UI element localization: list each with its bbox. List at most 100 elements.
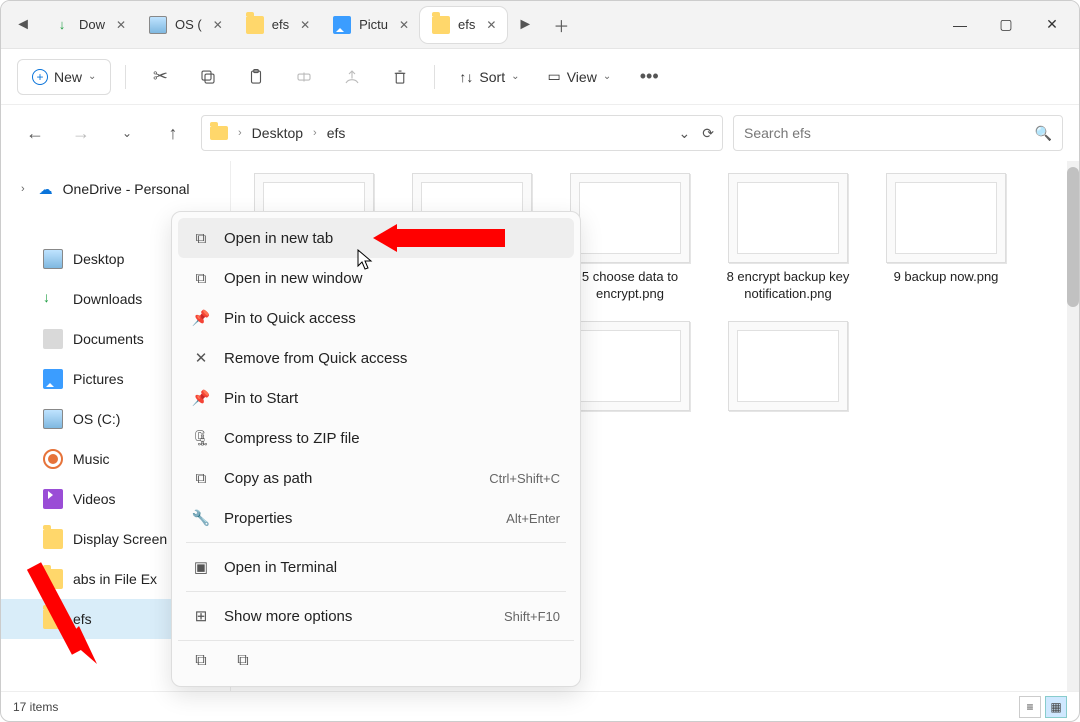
explorer-window: ◄ ↓ Dow ✕ OS ( ✕ efs ✕ Pictu ✕ efs ✕ ► ＋ xyxy=(0,0,1080,722)
maximize-button[interactable]: ▢ xyxy=(983,5,1029,45)
scrollbar[interactable] xyxy=(1067,161,1079,691)
folder-icon xyxy=(43,529,63,549)
ctx-shortcut: Ctrl+Shift+C xyxy=(489,471,560,486)
view-icons-button[interactable]: ▦ xyxy=(1045,696,1067,718)
ctx-pin-to-start[interactable]: 📌Pin to Start xyxy=(178,378,574,418)
tab-downloads[interactable]: ↓ Dow ✕ xyxy=(41,7,137,43)
view-details-button[interactable]: ≡ xyxy=(1019,696,1041,718)
tab-efs[interactable]: efs ✕ xyxy=(234,7,321,43)
tab-back-button[interactable]: ◄ xyxy=(5,7,41,43)
up-button[interactable]: ↑ xyxy=(155,115,191,151)
file-item[interactable] xyxy=(725,321,851,434)
refresh-button[interactable]: ⟳ xyxy=(702,125,714,142)
minimize-button[interactable]: — xyxy=(937,5,983,45)
file-item[interactable]: 9 backup now.png xyxy=(883,173,1009,303)
download-icon: ↓ xyxy=(53,16,71,34)
ctx-open-in-new-window[interactable]: ⧉Open in new window xyxy=(178,258,574,298)
copy-icon[interactable]: ⧉ xyxy=(192,652,210,670)
ctx-label: Compress to ZIP file xyxy=(224,430,360,447)
picture-icon xyxy=(333,16,351,34)
breadcrumb[interactable]: › Desktop › efs ⌄ ⟳ xyxy=(201,115,723,151)
tab-close-button[interactable]: ✕ xyxy=(396,17,412,33)
copy-button[interactable] xyxy=(188,59,228,95)
download-icon: ↓ xyxy=(43,289,63,309)
ctx-remove-from-quick-access[interactable]: ✕Remove from Quick access xyxy=(178,338,574,378)
tab-pictures[interactable]: Pictu ✕ xyxy=(321,7,420,43)
cloud-icon: ☁ xyxy=(39,181,53,198)
music-icon xyxy=(43,449,63,469)
tab-label: Dow xyxy=(79,17,105,32)
tab-close-button[interactable]: ✕ xyxy=(210,17,226,33)
share-button[interactable] xyxy=(332,59,372,95)
ctx-show-more-options[interactable]: ⊞Show more optionsShift+F10 xyxy=(178,596,574,636)
tab-forward-button[interactable]: ► xyxy=(507,7,543,43)
file-thumbnail xyxy=(570,173,690,263)
file-thumbnail xyxy=(728,173,848,263)
tab-label: OS ( xyxy=(175,17,202,32)
paste-button[interactable] xyxy=(236,59,276,95)
file-thumbnail xyxy=(570,321,690,411)
sidebar-item-label: Documents xyxy=(73,331,144,347)
ctx-pin-to-quick-access[interactable]: 📌Pin to Quick access xyxy=(178,298,574,338)
sort-button[interactable]: ↑↓ Sort ⌄ xyxy=(449,59,529,95)
ctx-label: Open in Terminal xyxy=(224,559,337,576)
file-name: 5 choose data to encrypt.png xyxy=(567,269,693,303)
search-input[interactable]: Search efs 🔍 xyxy=(733,115,1063,151)
forward-button[interactable]: → xyxy=(63,115,99,151)
scrollbar-thumb[interactable] xyxy=(1067,167,1079,307)
back-button[interactable]: ← xyxy=(17,115,53,151)
tab-close-button[interactable]: ✕ xyxy=(483,17,499,33)
drive-icon xyxy=(149,16,167,34)
view-button[interactable]: ▭ View ⌄ xyxy=(537,59,621,95)
ctx-label: Show more options xyxy=(224,608,352,625)
file-thumbnail xyxy=(886,173,1006,263)
tab-icon: ⧉ xyxy=(192,229,210,247)
view-label: View xyxy=(567,69,597,85)
search-icon: 🔍 xyxy=(1035,125,1052,142)
ctx-bottom-bar: ⧉⧉ xyxy=(178,640,574,680)
file-item[interactable]: 5 choose data to encrypt.png xyxy=(567,173,693,303)
file-item[interactable] xyxy=(567,321,693,434)
new-label: New xyxy=(54,69,82,85)
drive-icon xyxy=(43,409,63,429)
sidebar-item-label: Videos xyxy=(73,491,116,507)
cut-button[interactable]: ✂ xyxy=(140,59,180,95)
delete-button[interactable] xyxy=(380,59,420,95)
tab-close-button[interactable]: ✕ xyxy=(113,17,129,33)
sidebar-item-label: Desktop xyxy=(73,251,124,267)
ctx-compress-to-zip-file[interactable]: 🗜 Compress to ZIP file xyxy=(178,418,574,458)
file-item[interactable]: 8 encrypt backup key notification.png xyxy=(725,173,851,303)
ctx-copy-as-path[interactable]: ⧉Copy as pathCtrl+Shift+C xyxy=(178,458,574,498)
pin-icon: 📌 xyxy=(192,309,210,327)
breadcrumb-desktop[interactable]: Desktop xyxy=(252,125,303,141)
zip-icon: 🗜 xyxy=(192,429,210,447)
close-window-button[interactable]: ✕ xyxy=(1029,5,1075,45)
paste-icon[interactable]: ⧉ xyxy=(234,652,252,670)
chevron-right-icon: › xyxy=(21,183,25,195)
folder-icon xyxy=(210,126,228,140)
breadcrumb-efs[interactable]: efs xyxy=(327,125,346,141)
tab-os[interactable]: OS ( ✕ xyxy=(137,7,234,43)
sidebar-item-onedrive[interactable]: › ☁ OneDrive - Personal xyxy=(1,169,230,209)
ctx-label: Remove from Quick access xyxy=(224,350,407,367)
file-name: 8 encrypt backup key notification.png xyxy=(725,269,851,303)
chevron-down-icon: ⌄ xyxy=(88,71,96,82)
more-button[interactable]: ••• xyxy=(629,59,669,95)
sort-icon: ↑↓ xyxy=(459,69,473,85)
picture-icon xyxy=(43,369,63,389)
rename-button[interactable] xyxy=(284,59,324,95)
recent-button[interactable]: ⌄ xyxy=(109,115,145,151)
video-icon xyxy=(43,489,63,509)
tab-label: efs xyxy=(458,17,475,32)
chevron-down-icon[interactable]: ⌄ xyxy=(679,125,691,142)
tab-close-button[interactable]: ✕ xyxy=(297,17,313,33)
tab-new-button[interactable]: ＋ xyxy=(543,7,579,43)
pin-icon: 📌 xyxy=(192,389,210,407)
new-button[interactable]: + New ⌄ xyxy=(17,59,111,95)
chevron-down-icon: ⌄ xyxy=(511,71,519,82)
ctx-open-in-terminal[interactable]: ▣Open in Terminal xyxy=(178,547,574,587)
ctx-properties[interactable]: 🔧PropertiesAlt+Enter xyxy=(178,498,574,538)
annotation-arrow-bottom xyxy=(19,556,99,681)
tab-efs-active[interactable]: efs ✕ xyxy=(420,7,507,43)
status-bar: 17 items ≡ ▦ xyxy=(1,691,1079,721)
